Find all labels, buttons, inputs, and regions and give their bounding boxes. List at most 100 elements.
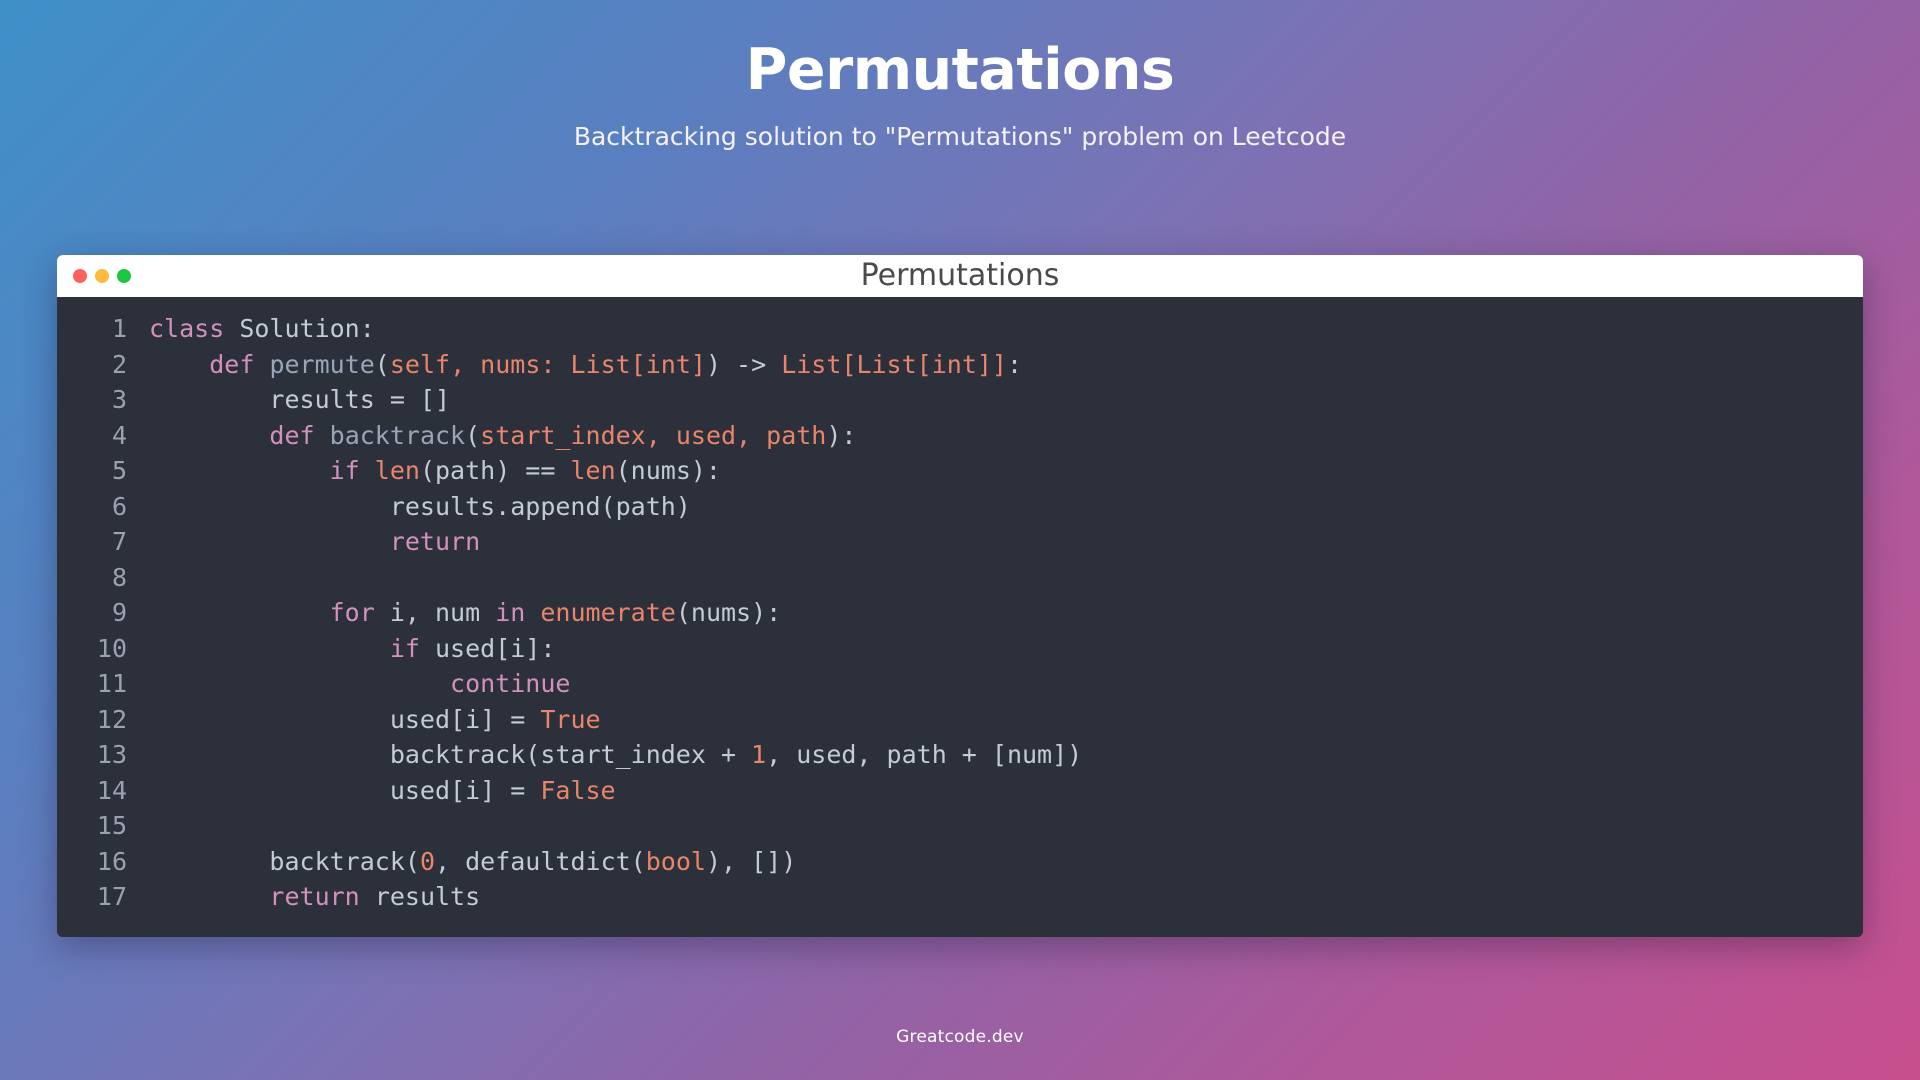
line-number: 9: [111, 598, 127, 627]
code-text: used[i] = True: [149, 702, 1863, 738]
code-token: used[i]:: [419, 633, 556, 663]
code-line: 13 backtrack(start_index + 1, used, path…: [57, 737, 1863, 773]
code-text: backtrack(start_index + 1, used, path + …: [149, 737, 1863, 773]
code-token: backtrack: [329, 420, 466, 450]
code-text: if len(path) == len(nums):: [149, 453, 1863, 489]
code-line: 10 if used[i]:: [57, 631, 1863, 667]
line-number: 11: [96, 669, 127, 698]
line-number: 1: [111, 314, 127, 343]
code-text: def backtrack(start_index, used, path):: [149, 418, 1863, 454]
code-token: True: [540, 704, 601, 734]
code-text: return results: [149, 879, 1863, 915]
line-number: 4: [111, 420, 127, 450]
code-token: return: [389, 527, 481, 556]
code-line: 11 continue: [57, 666, 1863, 702]
code-token: results = []: [149, 385, 451, 414]
code-line: 7 return: [57, 524, 1863, 560]
code-token: i, num: [374, 598, 496, 627]
code-token: List[List[int]]: [781, 349, 1007, 379]
maximize-icon[interactable]: [117, 269, 131, 283]
code-line: 1 class Solution:: [57, 311, 1863, 347]
code-token: False: [540, 775, 616, 805]
line-number: 6: [111, 491, 127, 521]
code-token: :: [1006, 349, 1023, 379]
code-line: 14 used[i] = False: [57, 773, 1863, 809]
code-line: 8: [57, 560, 1863, 596]
code-line: 4 def backtrack(start_index, used, path)…: [57, 418, 1863, 454]
code-line: 17 return results: [57, 879, 1863, 915]
code-token: start_index, used, path: [480, 420, 827, 450]
code-token: self, nums: List[int]: [389, 349, 706, 379]
code-text: continue: [149, 666, 1863, 702]
line-number: 5: [111, 456, 127, 485]
window-controls: [73, 269, 131, 283]
footer-brand: Greatcode.dev: [896, 1027, 1024, 1047]
code-token: if: [329, 456, 360, 485]
line-number: 14: [96, 775, 127, 805]
code-line: 9 for i, num in enumerate(nums):: [57, 595, 1863, 631]
code-token: , defaultdict(: [435, 846, 646, 876]
code-text: results.append(path): [149, 489, 1863, 525]
code-token: enumerate: [540, 598, 676, 627]
code-token: (nums):: [675, 598, 782, 627]
code-token: ):: [826, 420, 857, 450]
code-window: Permutations 1 class Solution: 2 def permu…: [57, 255, 1863, 937]
window-title: Permutations: [860, 258, 1060, 293]
code-token: ) ->: [705, 349, 782, 379]
code-token: (: [465, 420, 481, 450]
minimize-icon[interactable]: [95, 269, 109, 283]
page-header: Permutations Backtracking solution to "P…: [0, 0, 1920, 152]
code-text: used[i] = False: [149, 773, 1863, 809]
line-number: 7: [111, 527, 127, 556]
code-text: class Solution:: [149, 311, 1863, 347]
code-token: def: [269, 420, 315, 450]
code-token: in: [495, 598, 526, 627]
code-token: results: [359, 882, 481, 911]
code-line: 5 if len(path) == len(nums):: [57, 453, 1863, 489]
page-title: Permutations: [745, 37, 1175, 103]
code-text: if used[i]:: [149, 631, 1863, 667]
code-token: bool: [645, 846, 706, 876]
line-number: 17: [96, 882, 127, 911]
close-icon[interactable]: [73, 269, 87, 283]
code-line: 6 results.append(path): [57, 489, 1863, 525]
code-token: len: [374, 456, 420, 485]
code-token: backtrack(: [149, 846, 420, 876]
code-token: (: [374, 349, 390, 379]
code-token: backtrack(start_index +: [149, 740, 752, 769]
line-number: 13: [96, 740, 127, 769]
line-number: 3: [111, 385, 127, 414]
code-text: return: [149, 524, 1863, 560]
line-number: 12: [96, 704, 127, 734]
code-token: def: [209, 349, 255, 379]
code-token: return: [269, 882, 360, 911]
code-token: 1: [751, 740, 767, 769]
code-editor[interactable]: 1 class Solution: 2 def permute(self, nums…: [57, 297, 1863, 937]
line-number: 2: [111, 349, 127, 379]
code-token: (nums):: [615, 456, 721, 485]
line-number: 16: [96, 846, 127, 876]
code-token: for: [329, 598, 375, 627]
code-line: 12 used[i] = True: [57, 702, 1863, 738]
code-token: used[i] =: [149, 775, 541, 805]
line-number: 10: [96, 633, 127, 663]
code-line: 15: [57, 808, 1863, 844]
page-subtitle: Backtracking solution to "Permutations" …: [573, 121, 1347, 151]
code-token: Solution:: [224, 314, 375, 343]
code-token: , used, path + [num]): [766, 740, 1083, 769]
code-line: 3 results = []: [57, 382, 1863, 418]
code-text: def permute(self, nums: List[int]) -> Li…: [149, 347, 1863, 383]
window-titlebar: Permutations: [57, 255, 1863, 297]
line-number: 15: [96, 811, 127, 840]
code-text: results = []: [149, 382, 1863, 418]
